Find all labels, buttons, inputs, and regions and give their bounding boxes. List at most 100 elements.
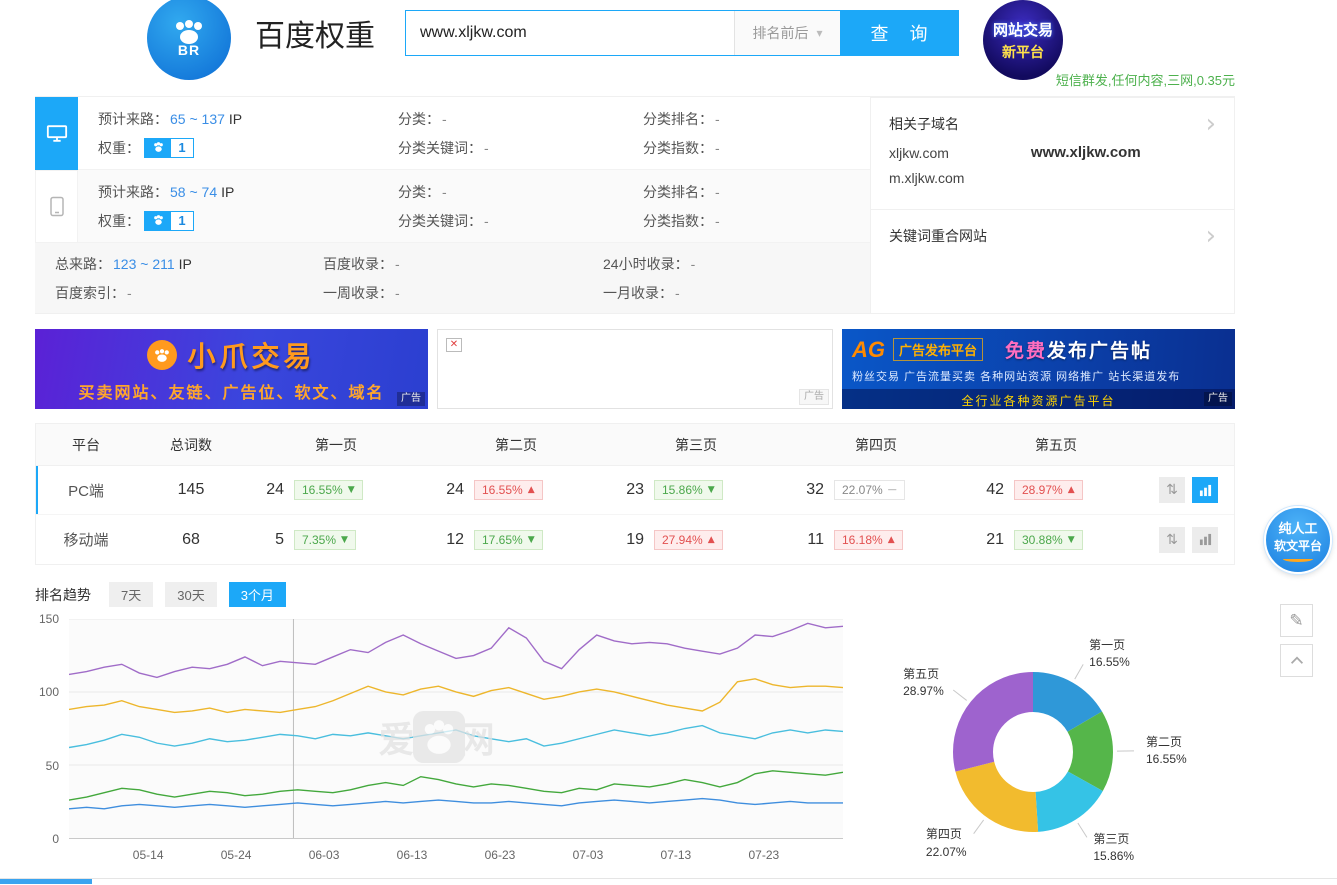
trend-chip-up: 27.94%▲	[654, 530, 723, 550]
trend-tab-0[interactable]: 7天	[109, 582, 153, 607]
trend-chip-up: 16.18%▲	[834, 530, 903, 550]
page-count: 12	[440, 531, 464, 549]
mobile-stats-row: 预计来路：58 ~ 74IP 权重： 1 分类：- 分类关键词：-	[78, 170, 870, 243]
scrollbar-thumb[interactable]	[0, 879, 92, 884]
x-axis-labels: 05-1405-2406-0306-1306-2307-0307-1307-23	[69, 839, 843, 865]
trend-down-icon: ▼	[1068, 535, 1075, 545]
mobile-weight-label: 权重：	[98, 211, 140, 231]
back-to-top-button[interactable]	[1280, 644, 1313, 677]
month-collect-value: -	[675, 285, 680, 301]
mobile-catindex-label: 分类指数：	[643, 211, 713, 231]
sort-button[interactable]: ⇅	[1159, 477, 1185, 503]
trend-tab-1[interactable]: 30天	[165, 582, 216, 607]
mobile-catrank-value: -	[715, 184, 720, 200]
table-row-mobile: 移动端6857.35%▼1217.65%▼1927.94%▲1116.18%▲2…	[36, 515, 1234, 564]
ad-tag: 广告	[397, 392, 425, 406]
trend-flat-icon: —	[888, 485, 897, 495]
pc-weight-value: 1	[171, 139, 193, 157]
site-trade-badge[interactable]: 网站交易 新平台	[983, 0, 1063, 80]
chart-toggle-button[interactable]	[1192, 477, 1218, 503]
page-cell-5: 2130.88%▼	[966, 530, 1146, 550]
totals-row: 总来路：123 ~ 211IP 百度索引：- 百度收录：- 一周收录：- 24小…	[35, 243, 870, 313]
badge-line2: 新平台	[1002, 42, 1044, 62]
soft-article-badge[interactable]: 纯人工 软文平台	[1264, 506, 1332, 574]
trend-up-icon: ▲	[1068, 485, 1075, 495]
rank-dropdown[interactable]: 排名前后 ▾	[734, 11, 840, 55]
trend-tab-2[interactable]: 3个月	[229, 582, 286, 607]
baidu-index-label: 百度索引：	[55, 283, 125, 303]
subdomain-link-2[interactable]: m.xljkw.com	[889, 170, 964, 186]
x-tick-06-23: 06-23	[485, 848, 516, 862]
mobile-category-value: -	[442, 184, 447, 200]
chevron-up-icon	[1290, 656, 1304, 665]
total-words: 68	[136, 531, 246, 549]
search-input[interactable]	[406, 11, 734, 55]
ad-tag: 广告	[1204, 392, 1232, 406]
sms-promo-link[interactable]: 短信群发,任何内容,三网,0.35元	[1056, 70, 1235, 89]
trend-up-icon: ▲	[708, 535, 715, 545]
mobile-device-cell	[35, 170, 78, 243]
week-collect-label: 一周收录：	[323, 283, 393, 303]
page-count: 5	[260, 531, 284, 549]
page-cell-3: 1927.94%▲	[606, 530, 786, 550]
edit-button[interactable]: ✎	[1280, 604, 1313, 637]
trend-chip-down: 16.55%▼	[294, 480, 363, 500]
page-cell-2: 2416.55%▲	[426, 480, 606, 500]
page-cell-3: 2315.86%▼	[606, 480, 786, 500]
badge-line1: 纯人工	[1278, 518, 1317, 537]
x-tick-06-03: 06-03	[309, 848, 340, 862]
ad-banner-xiaozhua[interactable]: 小爪交易 买卖网站、友链、广告位、软文、域名 广告	[35, 329, 428, 409]
subdomains-title: 相关子域名	[889, 114, 959, 134]
series-第二页	[69, 771, 843, 800]
phone-icon	[50, 196, 64, 217]
trend-chip-down: 17.65%▼	[474, 530, 543, 550]
bottom-strip	[0, 878, 1337, 885]
col-header-0: 平台	[36, 435, 136, 455]
broken-image-icon: ✕	[446, 338, 462, 352]
ad3-brand: AG	[852, 337, 885, 363]
pc-catindex-value: -	[715, 140, 720, 156]
total-visits-label: 总来路：	[55, 254, 111, 274]
mobile-weight-value: 1	[171, 212, 193, 230]
x-tick-07-03: 07-03	[573, 848, 604, 862]
query-button[interactable]: 查 询	[840, 11, 958, 55]
main-domain-link[interactable]: www.xljkw.com	[1031, 144, 1141, 161]
series-第一页	[69, 799, 843, 809]
line-chart-plot[interactable]: 爱站网	[69, 619, 843, 839]
ad1-brand: 小爪交易	[187, 335, 315, 375]
pc-visits-label: 预计来路：	[98, 109, 168, 129]
trend-bar: 排名趋势 7天30天3个月	[35, 582, 1235, 607]
page-count: 24	[260, 481, 284, 499]
donut-label-第三页: 第三页15.86%	[1093, 831, 1134, 866]
page-cell-4: 1116.18%▲	[786, 530, 966, 550]
chart-toggle-button[interactable]	[1192, 527, 1218, 553]
chevron-right-icon[interactable]: ›	[1206, 114, 1216, 134]
chevron-right-icon[interactable]: ›	[1206, 226, 1216, 246]
badge-line1: 网站交易	[993, 19, 1053, 40]
pc-catrank-value: -	[715, 111, 720, 127]
subdomain-link-1[interactable]: xljkw.com	[889, 145, 949, 161]
trend-down-icon: ▼	[341, 535, 348, 545]
ad-banner-empty[interactable]: ✕ 广告	[437, 329, 833, 409]
pc-catkw-value: -	[484, 140, 489, 156]
monitor-icon	[46, 124, 68, 143]
pc-weight-badge: 1	[144, 138, 194, 158]
page-cell-1: 5 7.35%▼	[246, 530, 426, 550]
baidu-collect-label: 百度收录：	[323, 254, 393, 274]
side-panel: 相关子域名 › xljkw.com www.xljkw.com m.xljkw.…	[870, 97, 1235, 313]
mobile-visits-unit: IP	[221, 184, 234, 200]
chevron-down-icon: ▾	[816, 26, 822, 40]
rank-table: 平台总词数第一页第二页第三页第四页第五页 PC端1452416.55%▼2416…	[35, 423, 1235, 565]
col-header-5: 第四页	[786, 435, 966, 455]
sort-button[interactable]: ⇅	[1159, 527, 1185, 553]
platform-label: PC端	[36, 480, 136, 501]
trend-chip-down: 7.35%▼	[294, 530, 356, 550]
header: BR 百度权重 排名前后 ▾ 查 询 网站交易 新平台	[35, 0, 1235, 66]
trend-chip-flat: 22.07%—	[834, 480, 905, 500]
trend-chip-down: 30.88%▼	[1014, 530, 1083, 550]
ad-banner-adplatform[interactable]: AG 广告发布平台 免费发布广告帖 粉丝交易 广告流量买卖 各种网站资源 网络推…	[842, 329, 1235, 409]
table-header-row: 平台总词数第一页第二页第三页第四页第五页	[36, 424, 1234, 466]
trend-chip-down: 15.86%▼	[654, 480, 723, 500]
week-collect-value: -	[395, 285, 400, 301]
badge-underline	[1283, 556, 1313, 562]
